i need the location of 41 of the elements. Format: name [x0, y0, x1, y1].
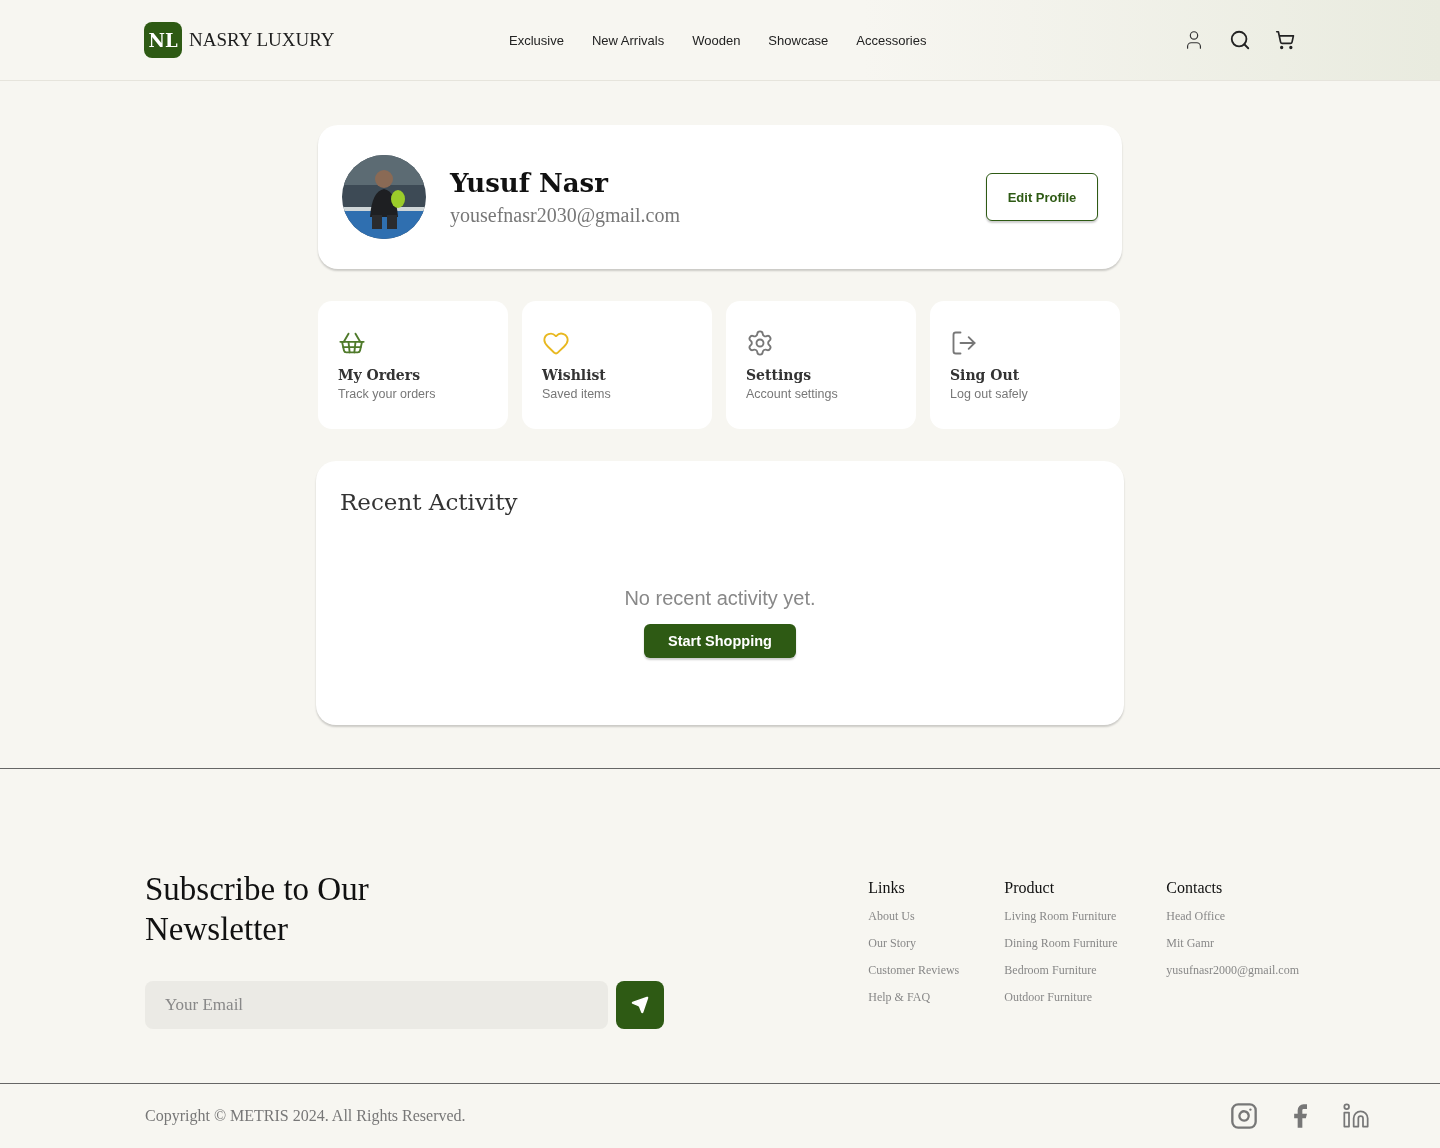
tile-subtitle: Saved items — [542, 387, 612, 401]
nav-link[interactable]: Accessories — [856, 32, 927, 48]
email-field[interactable]: Your Email — [145, 981, 608, 1029]
brand-name: NASRY LUXURY — [189, 29, 335, 51]
empty-message: No recent activity yet. — [623, 587, 817, 610]
tile-title: My Orders — [338, 367, 422, 383]
logout-icon — [950, 329, 978, 357]
tile-title: Settings — [746, 367, 813, 383]
nav-link[interactable]: Wooden — [692, 32, 741, 48]
nav-link[interactable]: New Arrivals — [591, 32, 665, 48]
account-tile[interactable]: Settings Account settings — [726, 301, 916, 429]
send-button[interactable] — [616, 981, 664, 1029]
profile-name: Yusuf Nasr — [450, 167, 610, 198]
instagram-icon[interactable] — [1230, 1102, 1258, 1130]
footer-link[interactable]: Bedroom Furniture — [1004, 963, 1131, 978]
search-icon[interactable] — [1229, 29, 1251, 51]
logo-mark: NL — [144, 22, 182, 58]
tile-subtitle: Track your orders — [338, 387, 437, 401]
tile-title: Wishlist — [542, 367, 607, 383]
nav-link[interactable]: Exclusive — [509, 32, 564, 48]
account-tile[interactable]: Wishlist Saved items — [522, 301, 712, 429]
account-tile[interactable]: My Orders Track your orders — [318, 301, 508, 429]
settings-icon — [746, 329, 774, 357]
account-tile[interactable]: Sing Out Log out safely — [930, 301, 1120, 429]
tile-subtitle: Account settings — [746, 387, 839, 401]
send-icon — [631, 996, 649, 1014]
profile-email: yousefnasr2030@gmail.com — [450, 203, 682, 227]
start-shopping-button[interactable]: Start Shopping — [644, 624, 796, 658]
footer-heading: Product — [1004, 879, 1056, 897]
edit-profile-button[interactable]: Edit Profile — [986, 173, 1098, 221]
copyright: Copyright © METRIS 2024. All Rights Reserved. — [145, 1107, 466, 1125]
activity-title: Recent Activity — [340, 489, 519, 515]
footer-link[interactable]: About Us — [868, 909, 969, 924]
footer-heading: Contacts — [1166, 879, 1224, 897]
newsletter-title: Subscribe to Our Newsletter — [145, 870, 370, 949]
linkedin-icon[interactable] — [1342, 1102, 1370, 1130]
footer-heading: Links — [868, 879, 906, 897]
tile-subtitle: Log out safely — [950, 387, 1029, 401]
nav-link[interactable]: Showcase — [768, 32, 829, 48]
cart-icon[interactable] — [1275, 30, 1295, 50]
tile-title: Sing Out — [950, 367, 1021, 383]
